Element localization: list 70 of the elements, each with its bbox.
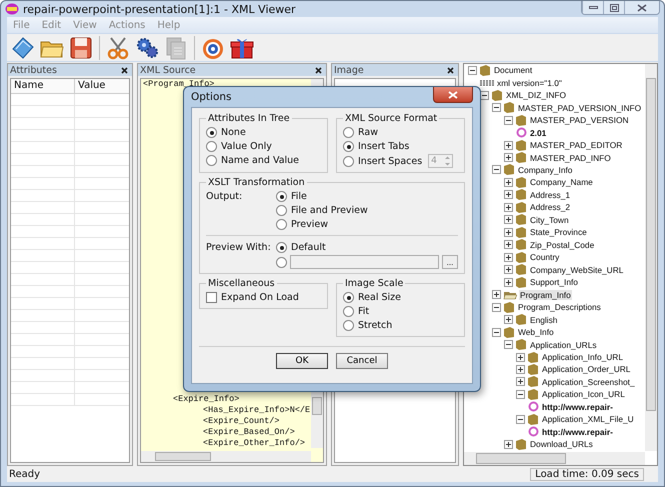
tree-node[interactable]: xml version="1.0"	[496, 78, 563, 88]
checkbox-label: Expand On Load	[221, 292, 299, 303]
code-line: <Expire_Other_Info/>	[202, 438, 306, 449]
option-label: Fit	[358, 306, 370, 317]
field-label: Output:	[206, 190, 244, 204]
tree-node[interactable]: XML_DIZ_INFO	[505, 90, 568, 100]
tree-node[interactable]: Application_Info_URL	[541, 352, 624, 362]
tree-node[interactable]: 2.01	[529, 128, 548, 138]
panel-title: Attributes	[10, 64, 57, 76]
tree-node[interactable]: State_Province	[529, 227, 588, 238]
option-label: Real Size	[358, 292, 402, 303]
option-label: Value Only	[221, 141, 272, 152]
window-title: repair-powerpoint-presentation[1]:1 - XML Viewer	[23, 2, 296, 16]
option-label: Preview	[291, 219, 328, 230]
load-time-text: Load time: 0.09 secs	[530, 468, 644, 480]
ok-button[interactable]: OK	[276, 353, 328, 369]
tree-node[interactable]: Country	[529, 252, 560, 262]
option-label: File	[291, 191, 307, 202]
browse-button[interactable]: ...	[442, 255, 458, 269]
group-title: Image Scale	[344, 278, 404, 289]
code-line: <Program_Info>	[143, 79, 216, 90]
panel-title: Image	[334, 64, 364, 76]
tree-node[interactable]: MASTER_PAD_VERSION	[529, 115, 630, 126]
tree-node[interactable]: Zip_Postal_Code	[529, 240, 596, 250]
tree-node[interactable]: http://www.repair-	[541, 426, 614, 437]
tree-node[interactable]: Program_Descriptions	[517, 302, 602, 312]
code-line: <Expire_Count/>	[202, 416, 281, 427]
tree-node[interactable]: Document	[493, 65, 534, 76]
tree-node[interactable]: Company_Info	[517, 164, 574, 175]
tree-node[interactable]: Support_Info	[529, 277, 579, 288]
option-label: None	[221, 127, 246, 138]
tree-node[interactable]: Application_XML_File_U	[541, 414, 635, 424]
tree-node[interactable]: Application_Order_URL	[541, 364, 632, 374]
group-title: Attributes In Tree	[207, 113, 291, 124]
option-label: Name and Value	[221, 155, 300, 166]
code-line: <Expire_Based_On/>	[202, 427, 296, 438]
tree-node[interactable]: Company_Name	[529, 177, 594, 188]
option-label: File and Preview	[291, 205, 368, 216]
tree-node[interactable]: City_Town	[529, 214, 570, 225]
dialog-title: Options	[191, 91, 232, 103]
tree-node[interactable]: Address_1	[529, 190, 572, 200]
column-header[interactable]: Name	[11, 79, 75, 94]
column-header[interactable]: Value	[75, 79, 129, 94]
panel-title: XML Source	[140, 64, 196, 76]
tree-node[interactable]: Address_2	[529, 202, 572, 212]
tree-node[interactable]: Web_Info	[517, 327, 555, 338]
tree-node[interactable]: Company_WebSite_URL	[529, 264, 624, 275]
tree-node[interactable]: MASTER_PAD_EDITOR	[529, 140, 624, 150]
tree-node[interactable]: Application_Icon_URL	[541, 389, 626, 400]
field-label: Preview With:	[206, 241, 270, 255]
status-text: Ready	[9, 468, 42, 480]
option-label: Insert Tabs	[358, 141, 410, 152]
tree-node[interactable]: MASTER_PAD_VERSION_INFO	[517, 102, 642, 113]
tree-node[interactable]: English	[529, 314, 558, 325]
option-label: Insert Spaces	[358, 156, 422, 166]
option-label: Stretch	[358, 320, 392, 331]
group-title: Miscellaneous	[207, 278, 276, 289]
option-label: Raw	[358, 127, 378, 138]
tree-node[interactable]: Download_URLs	[529, 439, 594, 450]
code-line: <Expire_Info>	[173, 394, 240, 405]
group-title: XSLT Transformation	[207, 177, 306, 188]
tree-node[interactable]: Program_Info	[519, 290, 572, 300]
option-label: Default	[291, 242, 326, 253]
tree-node[interactable]: Application_URLs	[529, 340, 598, 350]
tree-node[interactable]: Application_Screenshot_	[541, 376, 636, 387]
tree-node[interactable]: http://www.repair-	[541, 402, 614, 412]
code-line: <Has_Expire_Info>N</E	[202, 405, 309, 416]
group-title: XML Source Format	[344, 113, 438, 124]
cancel-button[interactable]: Cancel	[336, 353, 388, 369]
tree-node[interactable]: MASTER_PAD_INFO	[529, 152, 612, 163]
